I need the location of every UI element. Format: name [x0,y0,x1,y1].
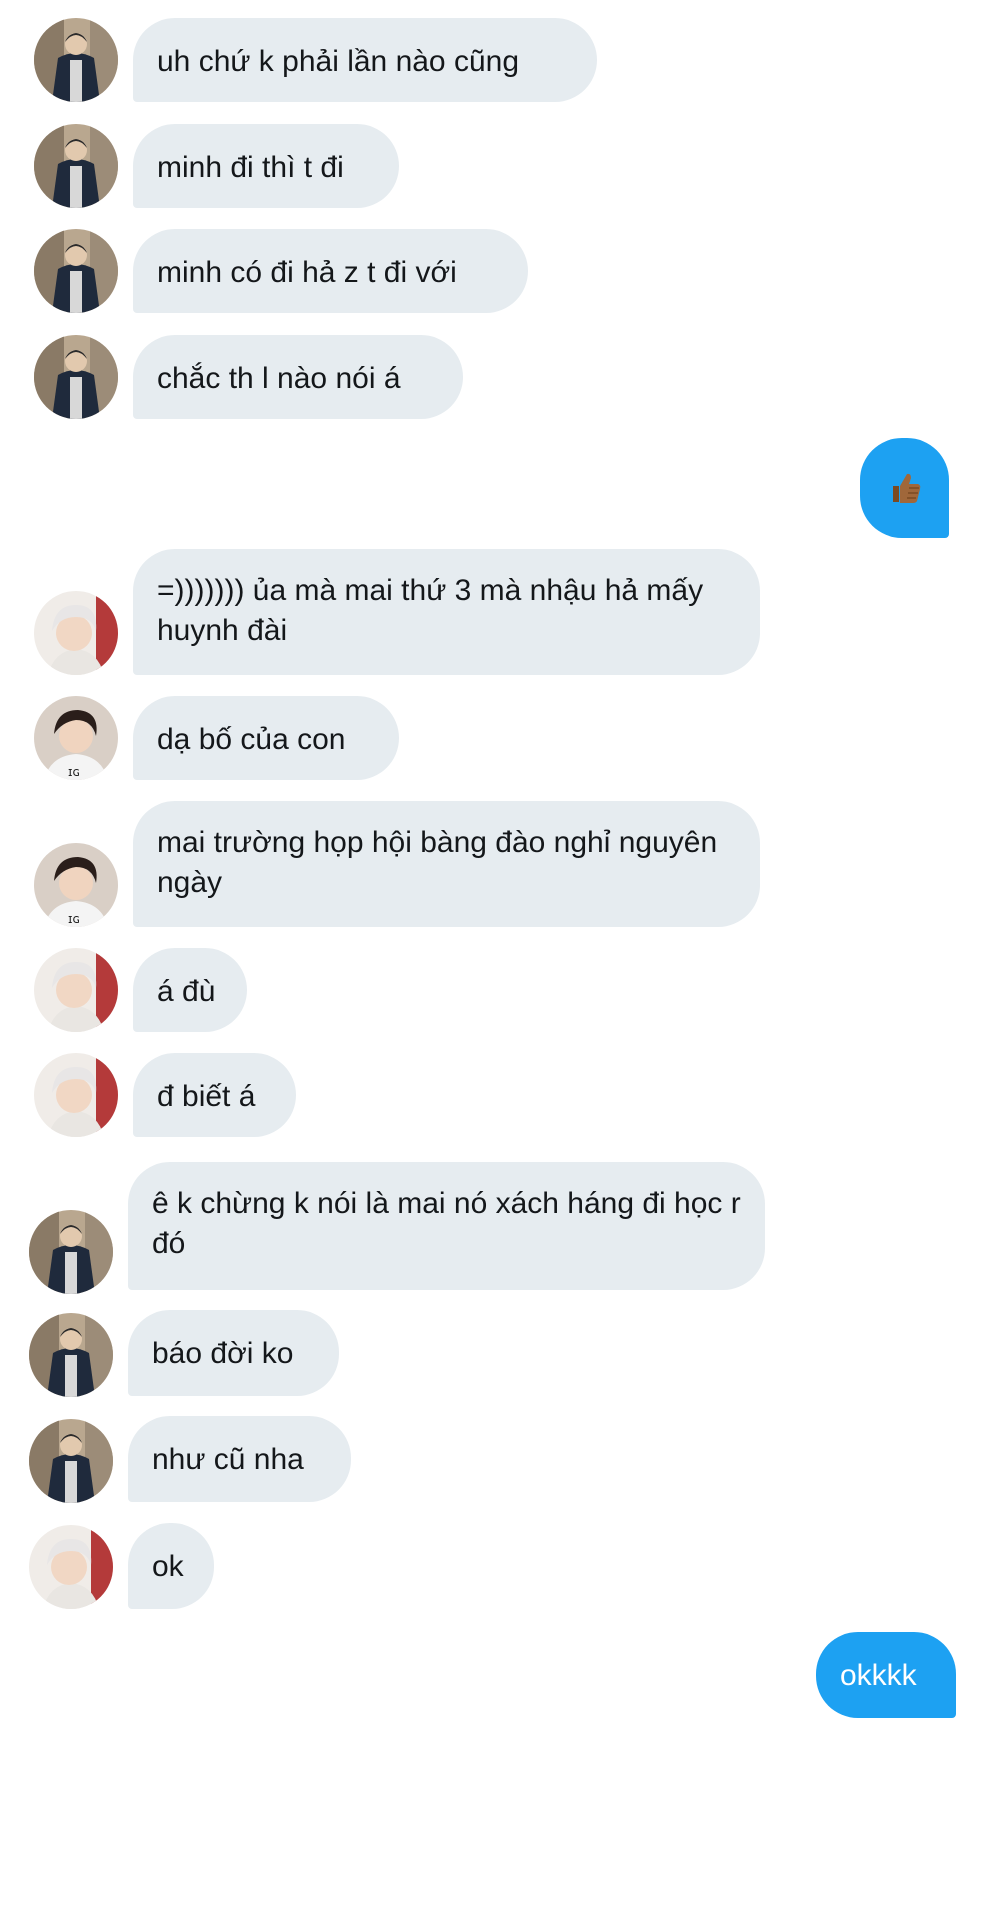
message-bubble[interactable]: ê k chừng k nói là mai nó xách háng đi h… [128,1162,765,1290]
avatar[interactable] [34,948,118,1032]
avatar[interactable] [29,1525,113,1609]
message-bubble[interactable]: á đù [133,948,247,1032]
thumbs-up-icon [892,473,920,503]
sent-message-bubble[interactable] [860,438,949,538]
message-bubble[interactable]: minh có đi hả z t đi với [133,229,528,313]
avatar[interactable] [34,1053,118,1137]
avatar[interactable] [29,1210,113,1294]
svg-text:ɪɢ: ɪɢ [68,765,80,779]
avatar[interactable] [34,18,118,102]
avatar[interactable] [34,124,118,208]
message-bubble[interactable]: như cũ nha [128,1416,351,1502]
message-bubble[interactable]: báo đời ko [128,1310,339,1396]
message-bubble[interactable]: mai trường họp hội bàng đào nghỉ nguyên … [133,801,760,927]
avatar[interactable] [29,1313,113,1397]
message-bubble[interactable]: =))))))) ủa mà mai thứ 3 mà nhậu hả mấy … [133,549,760,675]
message-bubble[interactable]: uh chứ k phải lần nào cũng [133,18,597,102]
message-bubble[interactable]: dạ bố của con [133,696,399,780]
message-bubble[interactable]: đ biết á [133,1053,296,1137]
avatar[interactable] [34,591,118,675]
message-bubble[interactable]: minh đi thì t đi [133,124,399,208]
svg-text:ɪɢ: ɪɢ [68,912,80,926]
avatar[interactable]: ɪɢ [34,696,118,780]
avatar[interactable]: ɪɢ [34,843,118,927]
message-bubble[interactable]: ok [128,1523,214,1609]
sent-message-bubble[interactable]: okkkk [816,1632,956,1718]
message-bubble[interactable]: chắc th l nào nói á [133,335,463,419]
avatar[interactable] [34,229,118,313]
avatar[interactable] [34,335,118,419]
avatar[interactable] [29,1419,113,1503]
